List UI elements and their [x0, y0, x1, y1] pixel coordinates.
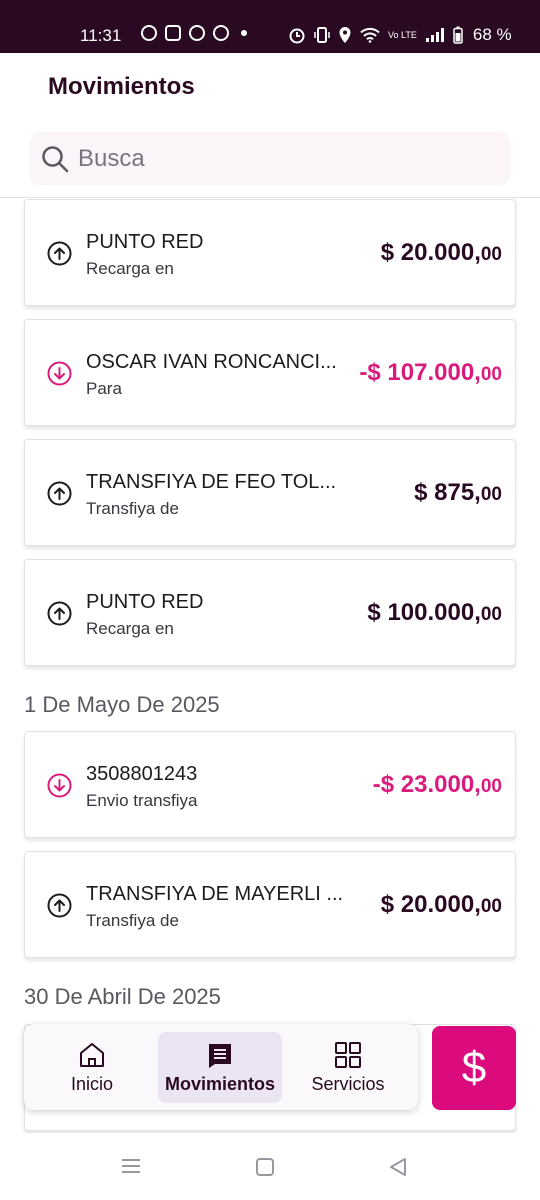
transaction-amount: $ 20.000,00	[381, 891, 502, 919]
transaction-amount: -$ 23.000,00	[373, 771, 502, 799]
amount-cents: 00	[480, 604, 502, 625]
transaction-amount: $ 100.000,00	[367, 599, 502, 627]
facebook-icon	[189, 25, 205, 41]
back-icon[interactable]	[388, 1157, 408, 1177]
search-bar[interactable]	[30, 132, 510, 185]
transactions-list[interactable]: PUNTO RED Recarga en $ 20.000,00 OSCAR I…	[0, 198, 540, 1133]
nav-item-movimientos[interactable]: Movimientos	[158, 1032, 282, 1103]
dollar-icon: $	[461, 1043, 487, 1092]
arrow-up-circle-icon	[47, 893, 72, 918]
grid-icon	[335, 1042, 361, 1068]
amount-main: -$ 23.000,	[372, 771, 481, 798]
recent-apps-icon[interactable]	[121, 1158, 141, 1174]
nav-label: Movimientos	[164, 1074, 275, 1094]
nav-item-servicios[interactable]: Servicios	[286, 1032, 410, 1103]
receipt-icon	[209, 1044, 231, 1068]
arrow-up-circle-icon	[47, 481, 72, 506]
transaction-card[interactable]: PUNTO RED Recarga en $ 20.000,00	[24, 199, 516, 306]
status-bar: 11:31 Vo LTE 68 %	[0, 0, 540, 53]
system-navigation-bar	[0, 1133, 540, 1200]
whatsapp-icon	[141, 25, 157, 41]
transaction-card[interactable]: OSCAR IVAN RONCANCI... Para -$ 107.000,0…	[24, 319, 516, 426]
amount-main: $ 20.000,	[380, 239, 481, 266]
volte-label: Vo LTE	[388, 29, 417, 40]
arrow-up-circle-icon	[47, 241, 72, 266]
transaction-subtitle: Para	[86, 379, 122, 398]
transaction-amount: -$ 107.000,00	[359, 359, 502, 387]
transaction-subtitle: Transfiya de	[86, 499, 179, 518]
arrow-down-circle-icon	[47, 773, 72, 798]
home-icon	[80, 1043, 104, 1067]
search-icon	[42, 145, 69, 172]
amount-main: $ 20.000,	[380, 891, 481, 918]
battery-percentage: 68 %	[472, 25, 512, 44]
more-notifications-icon	[241, 30, 247, 36]
transaction-amount: $ 20.000,00	[381, 239, 502, 267]
home-button-icon[interactable]	[256, 1158, 274, 1176]
payment-fab[interactable]: $	[432, 1026, 516, 1110]
amount-main: $ 100.000,	[367, 599, 481, 626]
amount-cents: 00	[480, 896, 502, 917]
nav-label: Servicios	[311, 1074, 385, 1094]
amount-cents: 00	[480, 776, 502, 797]
date-header: 1 De Mayo De 2025	[24, 692, 220, 717]
amount-main: -$ 107.000,	[359, 359, 481, 386]
facebook-icon	[213, 25, 229, 41]
arrow-up-circle-icon	[47, 601, 72, 626]
transaction-subtitle: Envio transfiya	[86, 791, 198, 810]
transaction-amount: $ 875,00	[414, 479, 502, 507]
transaction-name: TRANSFIYA DE MAYERLI ...	[86, 883, 344, 905]
transaction-name: PUNTO RED	[86, 231, 204, 253]
vibrate-icon	[314, 27, 330, 43]
transaction-subtitle: Recarga en	[86, 259, 174, 278]
amount-cents: 00	[480, 484, 502, 505]
notification-icons	[141, 25, 247, 41]
alarm-icon	[289, 28, 305, 44]
transaction-name: OSCAR IVAN RONCANCI...	[86, 351, 337, 373]
instagram-icon	[165, 25, 181, 41]
transaction-card[interactable]: TRANSFIYA DE MAYERLI ... Transfiya de $ …	[24, 851, 516, 958]
transaction-card[interactable]: TRANSFIYA DE FEO TOL... Transfiya de $ 8…	[24, 439, 516, 546]
amount-cents: 00	[480, 244, 502, 265]
location-icon	[339, 27, 351, 43]
wifi-icon	[360, 27, 380, 43]
transaction-subtitle: Recarga en	[86, 619, 174, 638]
system-icons: Vo LTE 68 %	[288, 25, 512, 45]
signal-icon	[425, 28, 444, 42]
battery-icon	[453, 26, 463, 44]
transaction-subtitle: Transfiya de	[86, 911, 179, 930]
transaction-card[interactable]: PUNTO RED Recarga en $ 100.000,00	[24, 559, 516, 666]
arrow-down-circle-icon	[47, 361, 72, 386]
status-time: 11:31	[80, 26, 122, 45]
amount-cents: 00	[480, 364, 502, 385]
transaction-name: TRANSFIYA DE FEO TOL...	[86, 471, 337, 493]
transaction-name: PUNTO RED	[86, 591, 204, 613]
date-header: 30 De Abril De 2025	[24, 984, 221, 1009]
nav-item-inicio[interactable]: Inicio	[30, 1032, 154, 1103]
search-input[interactable]	[78, 144, 478, 173]
bottom-navigation: Inicio Movimientos Servicios	[24, 1024, 418, 1110]
amount-main: $ 875,	[414, 479, 481, 506]
nav-label: Inicio	[70, 1074, 114, 1094]
page-title: Movimientos	[48, 73, 195, 100]
transaction-name: 3508801243	[86, 763, 198, 785]
transaction-card[interactable]: 3508801243 Envio transfiya -$ 23.000,00	[24, 731, 516, 838]
